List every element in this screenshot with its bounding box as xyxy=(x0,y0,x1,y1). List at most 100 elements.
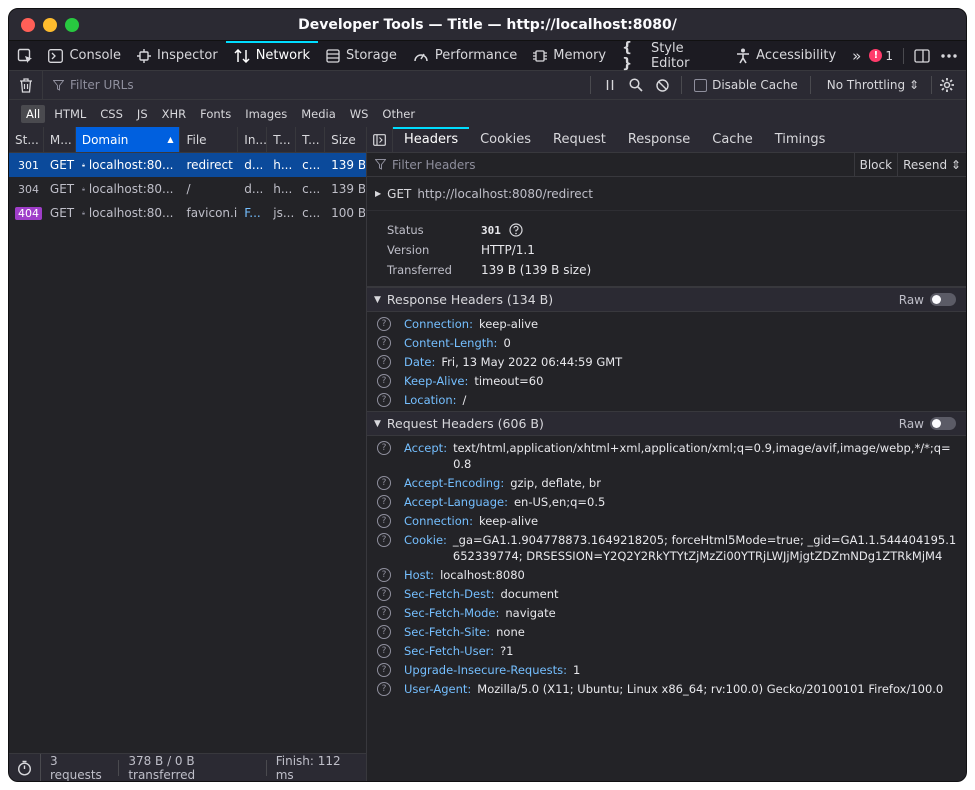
tab-inspector[interactable]: Inspector xyxy=(129,41,226,70)
help-icon[interactable]: ? xyxy=(377,494,391,509)
resend-button[interactable]: Resend ⇕ xyxy=(897,153,966,176)
header-row[interactable]: ? Connection: keep-alive xyxy=(367,511,966,530)
table-row[interactable]: 404 GET localhost:80... favicon.ic F... … xyxy=(9,201,366,225)
tab-cookies[interactable]: Cookies xyxy=(469,127,542,152)
block-requests-button[interactable] xyxy=(649,72,675,98)
tab-memory[interactable]: Memory xyxy=(525,41,614,70)
help-icon[interactable]: ? xyxy=(377,440,391,455)
column-transferred[interactable]: T... xyxy=(296,127,326,152)
help-icon[interactable]: ? xyxy=(377,475,391,490)
help-icon[interactable]: ? xyxy=(377,392,391,407)
filter-css[interactable]: CSS xyxy=(95,105,128,123)
header-row[interactable]: ? Sec-Fetch-Dest: document xyxy=(367,584,966,603)
tab-console[interactable]: Console xyxy=(40,41,129,70)
filter-fonts[interactable]: Fonts xyxy=(195,105,236,123)
error-count-badge[interactable]: ! 1 xyxy=(869,49,893,63)
header-row[interactable]: ? User-Agent: Mozilla/5.0 (X11; Ubuntu; Li… xyxy=(367,679,966,698)
help-icon[interactable]: ? xyxy=(377,567,391,582)
column-status[interactable]: St... xyxy=(9,127,44,152)
request-headers-section-header[interactable]: ▼ Request Headers (606 B) Raw xyxy=(367,411,966,436)
element-picker-button[interactable] xyxy=(9,41,40,70)
clear-requests-button[interactable] xyxy=(9,71,43,99)
header-row[interactable]: ? Sec-Fetch-Mode: navigate xyxy=(367,603,966,622)
help-icon[interactable]: ? xyxy=(377,316,391,331)
help-icon[interactable] xyxy=(509,223,523,237)
column-size[interactable]: Size xyxy=(325,127,366,152)
filter-other[interactable]: Other xyxy=(377,105,420,123)
tab-cache[interactable]: Cache xyxy=(701,127,763,152)
filter-headers-input[interactable]: Filter Headers xyxy=(392,158,475,172)
toggle-details-button[interactable] xyxy=(367,127,393,152)
table-row[interactable]: 301 GET localhost:80... redirect d... h.… xyxy=(9,153,366,177)
help-icon[interactable]: ? xyxy=(377,662,391,677)
tab-response[interactable]: Response xyxy=(617,127,701,152)
raw-switch[interactable] xyxy=(930,417,956,430)
dock-side-icon[interactable] xyxy=(914,48,930,63)
table-row[interactable]: 304 GET localhost:80... / d... h... c...… xyxy=(9,177,366,201)
header-row[interactable]: ? Sec-Fetch-User: ?1 xyxy=(367,641,966,660)
filter-ws[interactable]: WS xyxy=(345,105,374,123)
initiator-cell[interactable]: F... xyxy=(238,201,267,225)
throttling-select[interactable]: No Throttling ⇕ xyxy=(817,78,929,92)
tab-storage[interactable]: Storage xyxy=(318,41,405,70)
raw-toggle[interactable]: Raw xyxy=(899,293,966,307)
tab-timings[interactable]: Timings xyxy=(764,127,837,152)
tab-accessibility[interactable]: Accessibility xyxy=(728,41,844,70)
column-initiator[interactable]: In... xyxy=(238,127,268,152)
filter-media[interactable]: Media xyxy=(296,105,341,123)
header-row[interactable]: ? Accept: text/html,application/xhtml+xml,… xyxy=(367,438,966,473)
header-row[interactable]: ? Accept-Encoding: gzip, deflate, br xyxy=(367,473,966,492)
filter-xhr[interactable]: XHR xyxy=(157,105,192,123)
help-icon[interactable]: ? xyxy=(377,513,391,528)
filter-images[interactable]: Images xyxy=(240,105,292,123)
header-row[interactable]: ? Keep-Alive: timeout=60 xyxy=(367,371,966,390)
header-row[interactable]: ? Content-Length: 0 xyxy=(367,333,966,352)
help-icon[interactable]: ? xyxy=(377,643,391,658)
disable-cache-checkbox[interactable]: Disable Cache xyxy=(688,78,804,92)
help-icon[interactable]: ? xyxy=(377,624,391,639)
header-row[interactable]: ? Connection: keep-alive xyxy=(367,314,966,333)
column-domain[interactable]: Domain ▲ xyxy=(75,127,181,152)
tab-performance[interactable]: Performance xyxy=(405,41,525,70)
header-row[interactable]: ? Upgrade-Insecure-Requests: 1 xyxy=(367,660,966,679)
performance-analysis-button[interactable] xyxy=(9,754,41,781)
pause-recording-button[interactable] xyxy=(597,72,623,98)
help-icon[interactable]: ? xyxy=(377,605,391,620)
header-row[interactable]: ? Date: Fri, 13 May 2022 06:44:59 GMT xyxy=(367,352,966,371)
checkbox-box[interactable] xyxy=(694,78,708,92)
column-type[interactable]: T... xyxy=(267,127,297,152)
column-file[interactable]: File xyxy=(180,127,239,152)
header-row[interactable]: ? Sec-Fetch-Site: none xyxy=(367,622,966,641)
tab-style-editor[interactable]: { } Style Editor xyxy=(614,40,728,72)
help-icon[interactable]: ? xyxy=(377,681,391,696)
header-row[interactable]: ? Location: / xyxy=(367,390,966,409)
response-headers-section-header[interactable]: ▼ Response Headers (134 B) Raw xyxy=(367,287,966,312)
maximize-window-button[interactable] xyxy=(65,18,79,32)
request-url-summary[interactable]: ▶ GET http://localhost:8080/redirect xyxy=(367,177,966,211)
more-tools-button[interactable]: » xyxy=(844,41,869,70)
filter-js[interactable]: JS xyxy=(132,105,153,123)
help-icon[interactable]: ? xyxy=(377,354,391,369)
more-options-icon[interactable] xyxy=(940,53,958,59)
help-icon[interactable]: ? xyxy=(377,586,391,601)
filter-html[interactable]: HTML xyxy=(49,105,91,123)
header-row[interactable]: ? Cookie: _ga=GA1.1.904778873.1649218205; … xyxy=(367,530,966,565)
filter-all[interactable]: All xyxy=(21,104,46,123)
filter-urls-input[interactable]: Filter URLs xyxy=(43,78,584,92)
minimize-window-button[interactable] xyxy=(43,18,57,32)
close-window-button[interactable] xyxy=(21,18,35,32)
header-row[interactable]: ? Host: localhost:8080 xyxy=(367,565,966,584)
raw-switch[interactable] xyxy=(930,293,956,306)
raw-toggle[interactable]: Raw xyxy=(899,417,966,431)
help-icon[interactable]: ? xyxy=(377,532,391,547)
column-method[interactable]: M... xyxy=(44,127,76,152)
tab-request[interactable]: Request xyxy=(542,127,617,152)
tab-headers[interactable]: Headers xyxy=(393,127,470,152)
help-icon[interactable]: ? xyxy=(377,373,391,388)
network-settings-button[interactable] xyxy=(934,72,960,98)
header-row[interactable]: ? Accept-Language: en-US,en;q=0.5 xyxy=(367,492,966,511)
help-icon[interactable]: ? xyxy=(377,335,391,350)
search-button[interactable] xyxy=(623,72,649,98)
block-button[interactable]: Block xyxy=(853,153,897,176)
tab-network[interactable]: Network xyxy=(225,41,319,70)
